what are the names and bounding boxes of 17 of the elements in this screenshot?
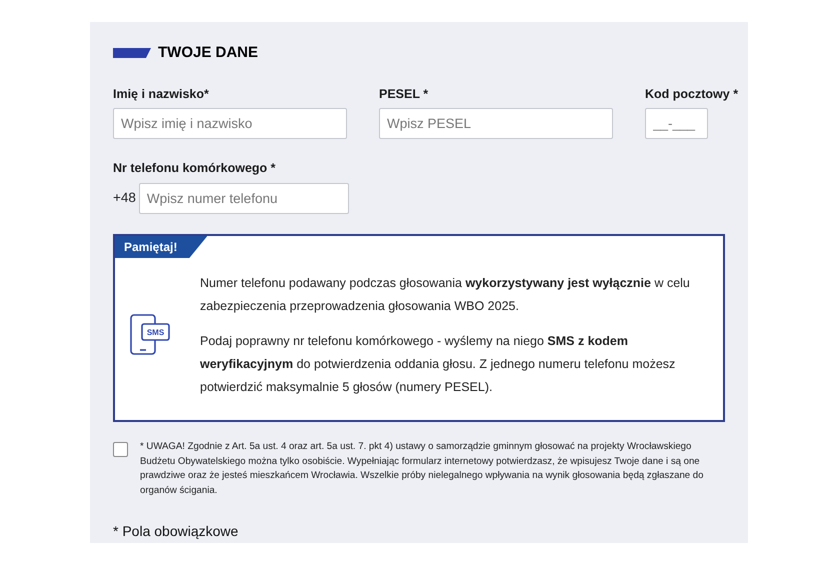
phone-prefix: +48 xyxy=(113,189,136,208)
field-label: PESEL * xyxy=(379,86,430,102)
consent-text: * UWAGA! Zgodnie z Art. 5a ust. 4 oraz art. 5a ust. 7. pkt 4) ustawy o samorządzie gminnym głosować na projekty Wrocławskiego Budżetu Obywatelskiego można tylko osobiście. Wypełniając formularz internetowy potwierdzasz, że wpisujesz Twoje dane i są one prawdziwe oraz że jesteś mieszkańcem Wrocławia. Wszelkie próby nielegalnego wpływania na wynik głosowania będą zgłaszane do organów ścigania. xyxy=(140,440,704,498)
field-label: Nr telefonu komórkowego * xyxy=(113,160,277,178)
field-label: Kod pocztowy * xyxy=(645,86,738,103)
notice-badge: Pamiętaj! xyxy=(115,236,208,258)
input-field[interactable]: __-___ xyxy=(645,108,708,140)
notice-paragraph: Podaj poprawny nr telefonu komórkowego - wyślemy na niego SMS z kodem weryfikacyjnym do potwierdzenia oddania głosu. Z jednego numeru telefonu możesz potwierdzić maksymalnie 5 głosów (numery PESEL). xyxy=(200,332,676,396)
input-field[interactable]: Wpisz imię i nazwisko xyxy=(113,108,347,140)
consent-checkbox[interactable] xyxy=(113,442,128,457)
notice-paragraph: Numer telefonu podawany podczas głosowania wykorzystywany jest wyłącznie w celu zabezpieczenia przeprowadzenia głosowania WBO 2025. xyxy=(200,274,691,315)
required-note: * Pola obowiązkowe xyxy=(113,522,240,541)
input-field[interactable]: Wpisz PESEL xyxy=(379,108,613,140)
section-marker-icon xyxy=(113,48,151,58)
section-title: TWOJE DANE xyxy=(158,43,258,63)
phone-field[interactable]: Wpisz numer telefonu xyxy=(138,183,349,214)
field-label: Imię i nazwisko* xyxy=(113,86,210,102)
